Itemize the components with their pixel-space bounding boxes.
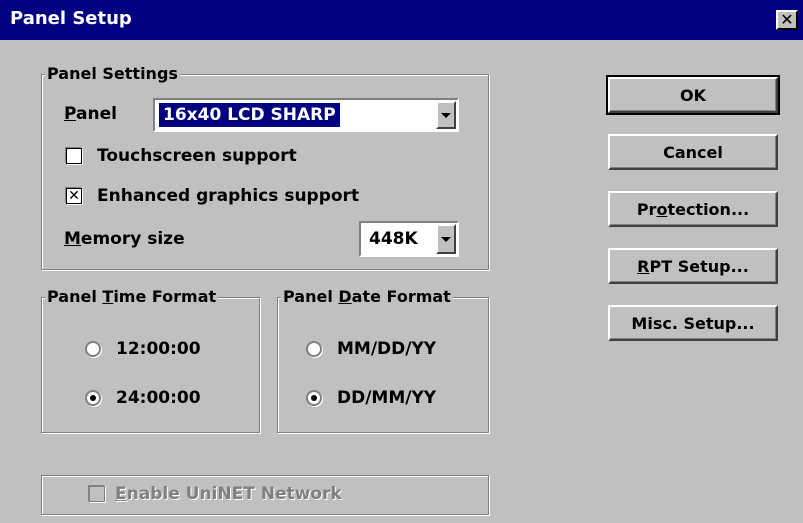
ok-button[interactable]: OK	[606, 75, 780, 115]
panel-dropdown-button[interactable]	[436, 101, 456, 129]
panel-label: Panel	[64, 104, 117, 124]
protection-button[interactable]: Protection...	[608, 191, 778, 227]
close-icon: ✕	[780, 10, 794, 29]
memory-size-value: 448K	[369, 229, 418, 249]
time-24h-label: 24:00:00	[116, 388, 201, 408]
check-mark-icon: ✕	[68, 188, 80, 204]
date-format-legend: Panel Date Format	[281, 287, 453, 307]
rpt-setup-button[interactable]: RPT Setup...	[608, 248, 778, 284]
panel-select-value: 16x40 LCD SHARP	[159, 103, 340, 127]
time-format-legend: Panel Time Format	[45, 287, 219, 307]
touchscreen-label: Touchscreen support	[97, 146, 297, 166]
panel-select[interactable]: 16x40 LCD SHARP	[153, 98, 459, 132]
close-button[interactable]: ✕	[776, 10, 798, 30]
time-12h-label: 12:00:00	[116, 339, 201, 359]
chevron-down-icon	[441, 236, 451, 242]
misc-setup-label: Misc. Setup...	[631, 313, 755, 333]
date-format-group: Panel Date Format	[277, 287, 489, 433]
memory-size-label: Memory size	[64, 229, 185, 249]
date-ddmmyy-label: DD/MM/YY	[337, 388, 437, 408]
date-mmddyy-label: MM/DD/YY	[337, 339, 437, 359]
misc-setup-button[interactable]: Misc. Setup...	[608, 305, 778, 341]
memory-size-select[interactable]: 448K	[359, 221, 459, 257]
rpt-setup-label: RPT Setup...	[637, 256, 749, 276]
enable-uninet-checkbox[interactable]	[89, 486, 105, 502]
date-ddmmyy-radio[interactable]	[306, 390, 322, 406]
window-title: Panel Setup	[10, 8, 132, 29]
enhanced-graphics-checkbox[interactable]: ✕	[66, 188, 82, 204]
protection-label: Protection...	[636, 199, 750, 219]
time-format-group: Panel Time Format	[41, 287, 260, 433]
panel-settings-legend: Panel Settings	[45, 64, 180, 84]
enhanced-graphics-label: Enhanced graphics support	[97, 186, 360, 206]
touchscreen-checkbox[interactable]	[66, 148, 82, 164]
time-12h-radio[interactable]	[85, 341, 101, 357]
memory-dropdown-button[interactable]	[436, 224, 456, 254]
chevron-down-icon	[441, 112, 451, 118]
time-24h-radio[interactable]	[85, 390, 101, 406]
date-mmddyy-radio[interactable]	[306, 341, 322, 357]
ok-label: OK	[680, 85, 706, 105]
enable-uninet-label: Enable UniNET Network	[115, 484, 342, 504]
cancel-label: Cancel	[663, 142, 723, 162]
radio-selected-dot	[90, 395, 96, 401]
radio-selected-dot	[311, 395, 317, 401]
cancel-button[interactable]: Cancel	[608, 134, 778, 170]
